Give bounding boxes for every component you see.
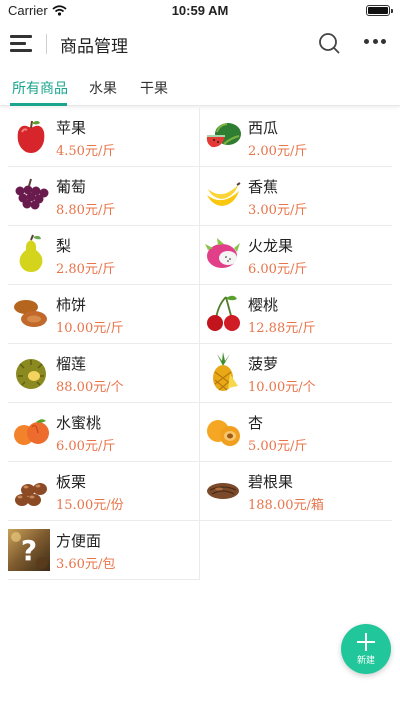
product-item[interactable]: 苹果 4.50元/斤	[8, 108, 200, 167]
product-item[interactable]: 葡萄 8.80元/斤	[8, 167, 200, 226]
product-name: 西瓜	[248, 119, 279, 137]
product-name: 菠萝	[248, 355, 279, 373]
page-title: 商品管理	[60, 37, 128, 57]
battery-icon	[366, 5, 393, 16]
product-item[interactable]: 柿饼 10.00元/斤	[8, 285, 200, 344]
product-item[interactable]: ? 方便面 3.60元/包	[8, 521, 200, 580]
product-name: 香蕉	[248, 178, 279, 196]
dragon-fruit-icon	[205, 238, 240, 268]
more-icon[interactable]	[364, 39, 386, 45]
product-price: 6.00元/斤	[248, 262, 308, 277]
product-price: 15.00元/份	[56, 498, 124, 513]
product-price: 188.00元/箱	[248, 498, 324, 513]
status-bar: Carrier 10:59 AM	[0, 0, 400, 22]
product-name: 杏	[248, 414, 264, 432]
product-name: 火龙果	[248, 237, 294, 255]
search-icon[interactable]	[318, 32, 340, 54]
product-item[interactable]: 杏 5.00元/斤	[200, 403, 392, 462]
product-name: 梨	[56, 237, 72, 255]
category-tabs: 所有商品 水果 干果	[0, 72, 400, 106]
apricot-icon	[207, 420, 240, 446]
product-price: 4.50元/斤	[56, 144, 116, 159]
hamburger-menu-icon[interactable]	[10, 34, 32, 52]
watermelon-icon	[206, 123, 241, 148]
durian-icon	[16, 359, 46, 389]
product-item[interactable]: 板栗 15.00元/份	[8, 462, 200, 521]
status-time: 10:59 AM	[171, 3, 229, 18]
product-price: 3.00元/斤	[248, 203, 308, 218]
new-item-button[interactable]: 新建	[341, 624, 391, 674]
product-price: 10.00元/斤	[56, 321, 124, 336]
tab-all-products[interactable]: 所有商品	[12, 78, 68, 98]
product-price: 8.80元/斤	[56, 203, 116, 218]
product-name: 苹果	[56, 119, 87, 137]
product-item[interactable]: 樱桃 12.88元/斤	[200, 285, 392, 344]
product-item[interactable]: 菠萝 10.00元/个	[200, 344, 392, 403]
dried-persimmon-icon	[14, 300, 47, 327]
nav-bar: 商品管理	[0, 24, 400, 64]
apple-icon	[17, 120, 45, 153]
product-price: 2.00元/斤	[248, 144, 308, 159]
new-item-label: 新建	[356, 656, 375, 666]
pecan-icon	[207, 483, 239, 499]
product-price: 88.00元/个	[56, 380, 124, 395]
peach-icon	[14, 419, 49, 445]
product-item[interactable]: 梨 2.80元/斤	[8, 226, 200, 285]
product-price: 12.88元/斤	[248, 321, 316, 336]
product-price: 5.00元/斤	[248, 439, 308, 454]
product-price: 2.80元/斤	[56, 262, 116, 277]
product-name: 葡萄	[56, 178, 87, 196]
product-price: 10.00元/个	[248, 380, 316, 395]
product-item[interactable]: 火龙果 6.00元/斤	[200, 226, 392, 285]
product-item[interactable]: 碧根果 188.00元/箱	[200, 462, 392, 521]
product-price: 6.00元/斤	[56, 439, 116, 454]
product-name: 板栗	[56, 473, 87, 491]
product-price: 3.60元/包	[56, 557, 116, 572]
nav-divider	[46, 34, 47, 54]
pear-icon	[19, 234, 43, 272]
banana-icon	[207, 182, 241, 206]
product-name: 碧根果	[248, 473, 294, 491]
product-name: 柿饼	[56, 296, 87, 314]
unknown-product-icon: ?	[8, 529, 50, 571]
product-name: 榴莲	[56, 355, 87, 373]
grapes-icon	[15, 178, 49, 210]
active-tab-indicator	[10, 103, 67, 106]
product-name: 方便面	[56, 532, 102, 550]
product-name: 水蜜桃	[56, 414, 102, 432]
product-item[interactable]: 西瓜 2.00元/斤	[200, 108, 392, 167]
cherry-icon	[207, 295, 240, 331]
product-item[interactable]: 香蕉 3.00元/斤	[200, 167, 392, 226]
product-name: 樱桃	[248, 296, 279, 314]
product-item[interactable]: 水蜜桃 6.00元/斤	[8, 403, 200, 462]
svg-text:?: ?	[21, 534, 37, 567]
product-item[interactable]: 榴莲 88.00元/个	[8, 344, 200, 403]
tab-fruit[interactable]: 水果	[89, 78, 117, 98]
pineapple-icon	[213, 352, 238, 391]
tab-dried-fruit[interactable]: 干果	[140, 78, 168, 98]
chestnut-icon	[15, 483, 47, 506]
